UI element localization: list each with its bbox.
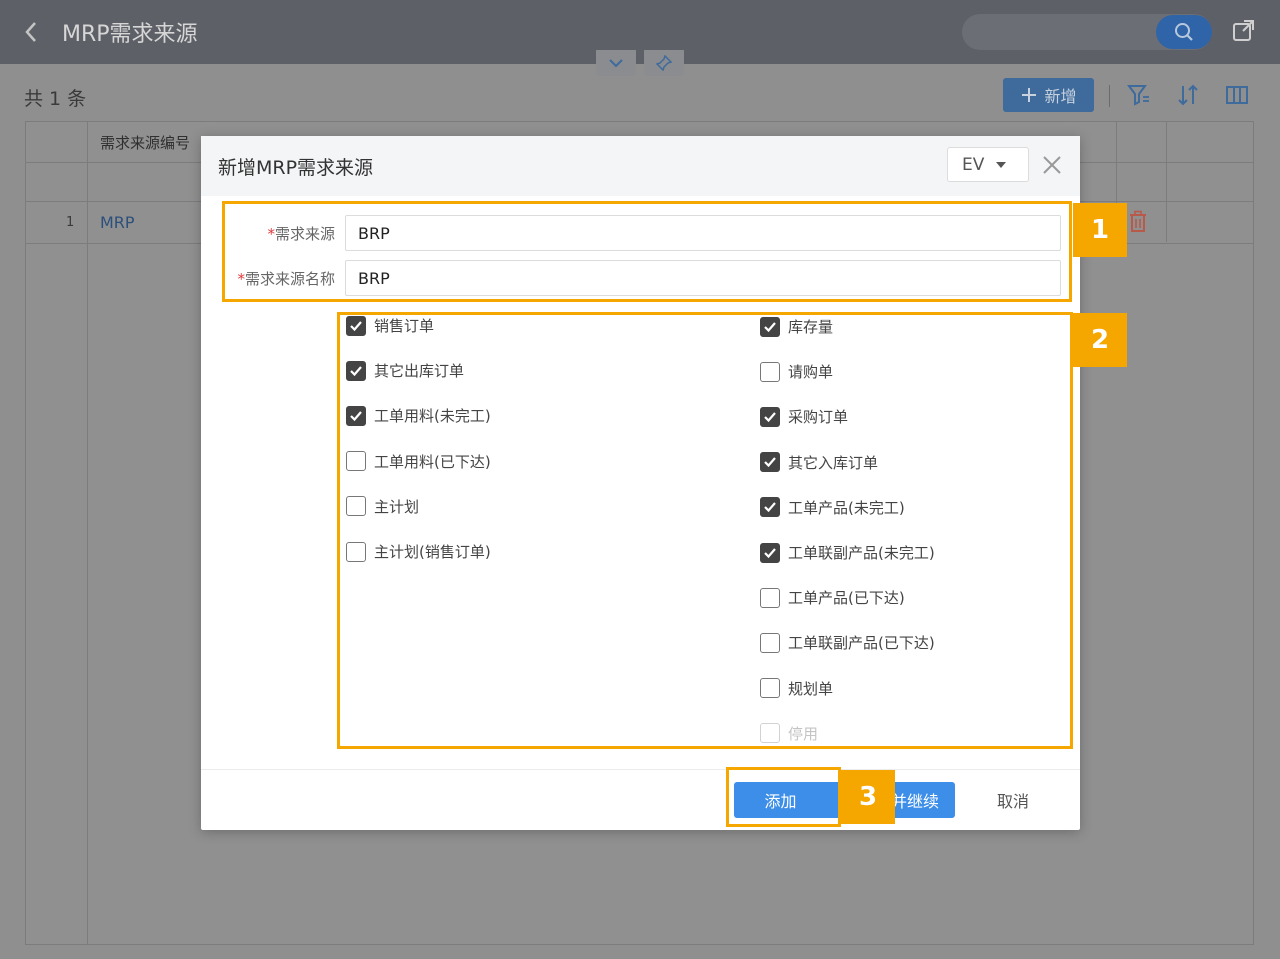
language-select[interactable]: EV <box>947 147 1029 182</box>
plus-icon <box>1022 88 1037 102</box>
row-index: 1 <box>66 215 75 230</box>
footer-divider <box>201 769 1080 770</box>
search-icon <box>1175 23 1193 41</box>
dialog-title: 新增MRP需求来源 <box>218 157 374 179</box>
toolbar-divider <box>1109 85 1110 107</box>
share-icon[interactable] <box>1230 18 1256 44</box>
chevron-down-icon <box>609 59 623 68</box>
cancel-button[interactable]: 取消 <box>980 782 1046 818</box>
add-new-label: 新增 <box>1044 87 1077 106</box>
annotation-badge-3: 3 <box>841 770 895 824</box>
close-icon[interactable] <box>1041 154 1063 176</box>
top-bar: MRP需求来源 <box>0 0 1280 64</box>
annotation-badge-1: 1 <box>1073 203 1127 257</box>
back-arrow-icon[interactable] <box>20 18 44 46</box>
pin-header-button[interactable] <box>644 50 684 76</box>
search-button[interactable] <box>1156 15 1212 49</box>
dialog-header: 新增MRP需求来源 EV <box>201 136 1080 196</box>
page-title: MRP需求来源 <box>62 22 198 47</box>
annotation-badge-2: 2 <box>1073 313 1127 367</box>
caret-down-icon <box>996 161 1007 168</box>
language-value: EV <box>962 154 985 175</box>
delete-icon[interactable] <box>1128 210 1148 234</box>
column-header-code[interactable]: 需求来源编号 <box>100 132 190 153</box>
add-new-button[interactable]: 新增 <box>1003 78 1094 112</box>
columns-icon[interactable] <box>1224 82 1250 108</box>
annotation-box-2 <box>337 312 1073 749</box>
sort-icon[interactable] <box>1175 82 1201 108</box>
record-count: 共 1 条 <box>24 88 87 110</box>
row-code-link[interactable]: MRP <box>100 213 135 232</box>
filter-icon[interactable] <box>1126 82 1152 108</box>
collapse-header-button[interactable] <box>596 50 636 76</box>
annotation-box-3 <box>726 767 841 827</box>
annotation-box-1 <box>222 201 1072 302</box>
pin-icon <box>656 55 672 71</box>
